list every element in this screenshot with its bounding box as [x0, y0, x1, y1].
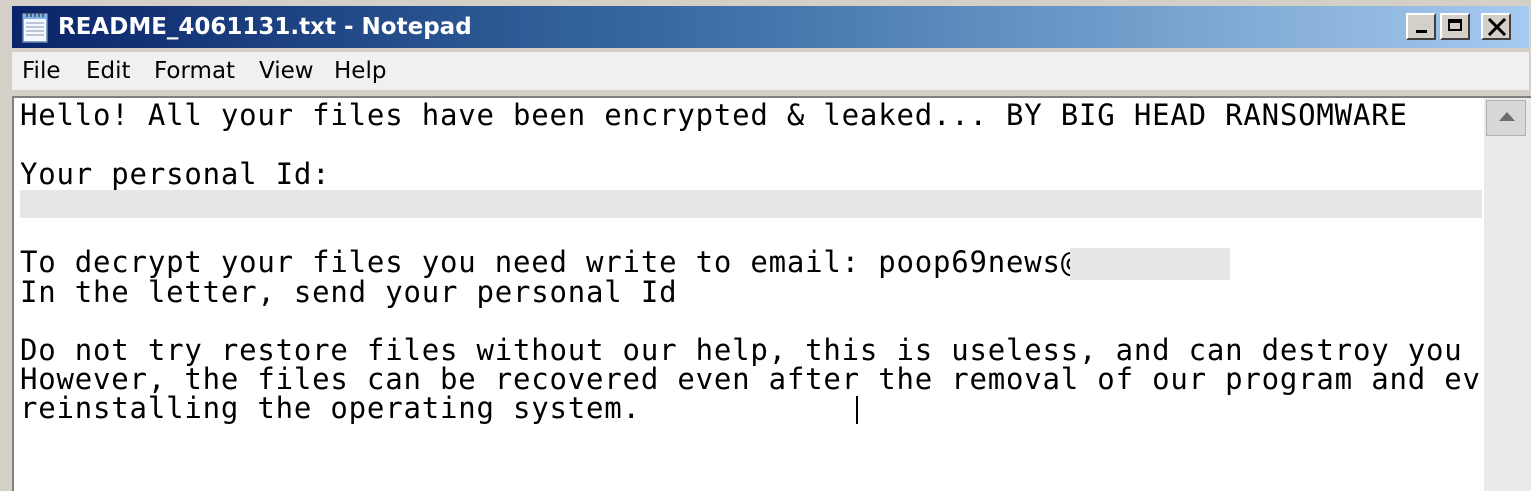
scroll-up-arrow-icon — [1499, 112, 1515, 121]
maximize-icon — [1448, 19, 1462, 31]
text-editor[interactable]: Hello! All your files have been encrypte… — [12, 96, 1531, 491]
window-title: README_4061131.txt - Notepad — [58, 14, 472, 40]
minimize-icon — [1416, 30, 1427, 33]
menu-help[interactable]: Help — [334, 57, 386, 85]
close-button[interactable] — [1481, 13, 1511, 40]
close-icon — [1487, 17, 1507, 37]
title-bar[interactable]: README_4061131.txt - Notepad — [12, 6, 1529, 48]
notepad-icon — [22, 12, 48, 43]
redacted-personal-id — [20, 190, 1482, 218]
editor-text-area[interactable]: Hello! All your files have been encrypte… — [20, 98, 1482, 491]
menu-file[interactable]: File — [22, 57, 61, 85]
menu-bar: File Edit Format View Help — [12, 52, 1529, 90]
menu-view[interactable]: View — [259, 57, 314, 85]
text-line: Your personal Id: — [20, 157, 331, 191]
notepad-window: README_4061131.txt - Notepad File Edit F… — [0, 0, 1531, 491]
text-line: However, the files can be recovered even… — [20, 362, 1482, 396]
text-line: In the letter, send your personal Id — [20, 275, 678, 309]
vertical-scrollbar[interactable] — [1484, 98, 1531, 491]
menu-edit[interactable]: Edit — [86, 57, 131, 85]
text-cursor — [856, 396, 858, 424]
text-line: Do not try restore files without our hel… — [20, 333, 1482, 367]
text-line: To decrypt your files you need write to … — [20, 245, 1080, 279]
minimize-button[interactable] — [1406, 13, 1436, 40]
text-line: Hello! All your files have been encrypte… — [20, 98, 1408, 132]
redacted-email-domain — [1070, 248, 1230, 280]
maximize-button[interactable] — [1440, 13, 1470, 40]
scroll-up-button[interactable] — [1486, 100, 1526, 136]
menu-format[interactable]: Format — [154, 57, 235, 85]
text-line: reinstalling the operating system. — [20, 391, 641, 425]
